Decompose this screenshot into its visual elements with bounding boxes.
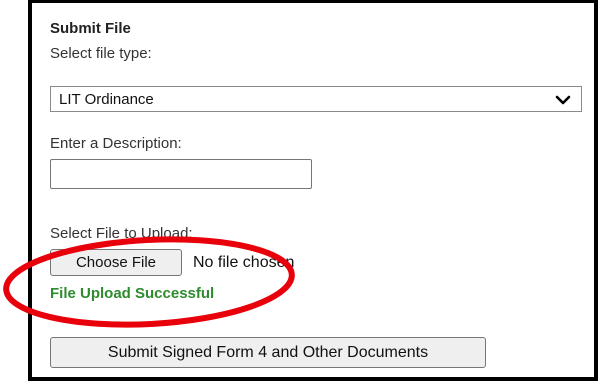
- upload-label: Select File to Upload:: [50, 225, 193, 242]
- file-type-selected-value: LIT Ordinance: [59, 91, 154, 108]
- chevron-down-icon: [555, 95, 571, 105]
- submit-file-panel: Submit File Select file type: LIT Ordina…: [28, 0, 598, 381]
- file-type-label: Select file type:: [50, 45, 152, 62]
- panel-title: Submit File: [50, 20, 131, 37]
- upload-success-message: File Upload Successful: [50, 285, 215, 302]
- submit-documents-button[interactable]: Submit Signed Form 4 and Other Documents: [50, 337, 486, 368]
- file-type-select[interactable]: LIT Ordinance: [50, 86, 582, 112]
- screenshot-frame: Submit File Select file type: LIT Ordina…: [0, 0, 603, 385]
- description-label: Enter a Description:: [50, 135, 182, 152]
- no-file-chosen-text: No file chosen: [193, 254, 295, 271]
- choose-file-button[interactable]: Choose File: [50, 249, 182, 276]
- description-input[interactable]: [50, 159, 312, 189]
